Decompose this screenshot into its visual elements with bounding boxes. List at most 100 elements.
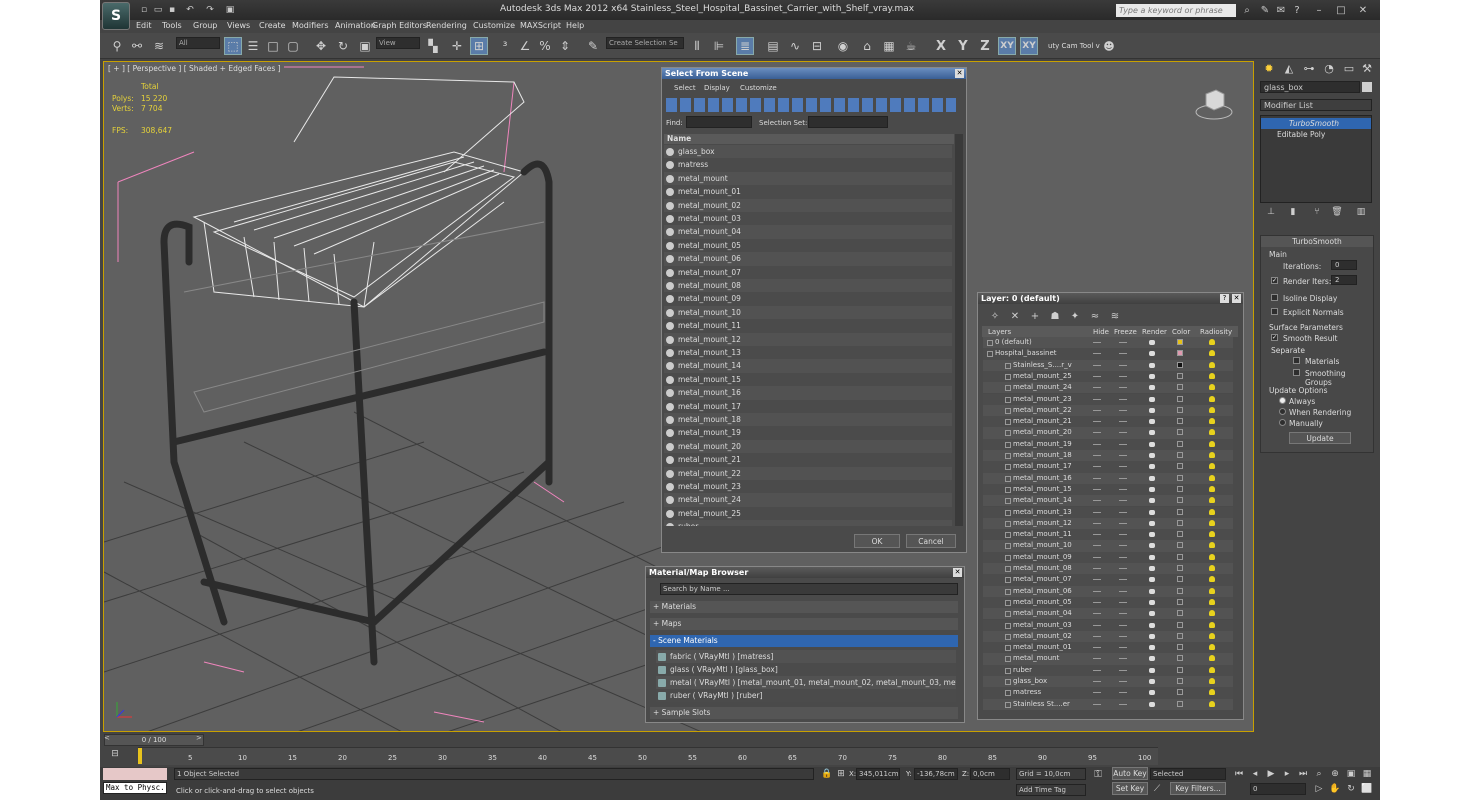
scale-icon[interactable]: ▣ (356, 37, 374, 55)
save-file-icon[interactable]: ▪ (166, 4, 178, 16)
group-scene-materials[interactable]: - Scene Materials (650, 635, 958, 647)
edit-named-selection-icon[interactable]: ✎ (584, 37, 602, 55)
color-swatch[interactable] (1177, 440, 1183, 447)
render-teapot-icon[interactable] (1149, 566, 1155, 571)
layer-object-row[interactable]: metal_mount_16 (983, 472, 1233, 484)
menu-views[interactable]: Views (227, 21, 250, 30)
selection-filter-dropdown[interactable]: All (176, 37, 220, 49)
freeze-toggle[interactable] (1119, 601, 1127, 603)
maximize-icon[interactable]: □ (1334, 3, 1348, 17)
axis-z-button[interactable]: Z (976, 37, 994, 55)
group-materials[interactable]: + Materials (650, 601, 958, 613)
select-in-layer-icon[interactable]: ☗ (1046, 307, 1064, 325)
absolute-mode-icon[interactable]: ⊞ (834, 767, 848, 781)
color-swatch[interactable] (1177, 644, 1183, 651)
hide-toggle[interactable] (1093, 647, 1101, 649)
scene-object-row[interactable]: ruber (664, 520, 952, 526)
move-icon[interactable]: ✥ (312, 37, 330, 55)
layer-object-row[interactable]: metal_mount_20 (983, 427, 1233, 439)
header-render[interactable]: Render (1142, 328, 1167, 336)
render-iters-checkbox[interactable]: ✓ (1271, 277, 1278, 284)
link-icon[interactable]: ⚲ (108, 37, 126, 55)
ok-button[interactable]: OK (854, 534, 900, 548)
axis-x-button[interactable]: X (932, 37, 950, 55)
freeze-toggle[interactable] (1119, 669, 1127, 671)
layer-object-row[interactable]: metal_mount_09 (983, 551, 1233, 563)
freeze-toggle[interactable] (1119, 613, 1127, 615)
scene-object-row[interactable]: metal_mount_04 (664, 225, 952, 239)
make-unique-icon[interactable]: ⑂ (1310, 205, 1324, 219)
browser-title[interactable]: Material/Map Browser (646, 567, 964, 578)
radiosity-bulb-icon[interactable] (1209, 531, 1215, 538)
scene-object-row[interactable]: metal_mount_05 (664, 238, 952, 253)
close-icon[interactable]: ✕ (955, 69, 964, 78)
freeze-toggle[interactable] (1119, 375, 1127, 377)
color-swatch[interactable] (1177, 429, 1183, 436)
maximize-viewport-icon[interactable]: ⬜ (1360, 782, 1374, 796)
color-swatch[interactable] (1177, 689, 1183, 696)
header-color[interactable]: Color (1172, 328, 1190, 336)
radiosity-bulb-icon[interactable] (1209, 474, 1215, 481)
select-manipulate-icon[interactable]: ✛ (448, 37, 466, 55)
find-input[interactable] (686, 116, 752, 128)
hide-toggle[interactable] (1093, 353, 1101, 355)
freeze-toggle[interactable] (1119, 624, 1127, 626)
radiosity-bulb-icon[interactable] (1209, 406, 1215, 413)
materials-checkbox[interactable] (1293, 357, 1300, 364)
subscription-icon[interactable]: ✎ (1258, 3, 1272, 17)
window-crossing-icon[interactable]: ▢ (284, 37, 302, 55)
explicit-normals-checkbox[interactable] (1271, 308, 1278, 315)
render-teapot-icon[interactable] (1149, 396, 1155, 402)
radiosity-bulb-icon[interactable] (1209, 395, 1215, 402)
hide-toggle[interactable] (1093, 477, 1101, 479)
freeze-toggle[interactable] (1119, 590, 1127, 592)
layer-manager-icon[interactable]: ≣ (736, 37, 754, 55)
remove-modifier-icon[interactable]: 🗑 (1330, 205, 1344, 219)
radiosity-bulb-icon[interactable] (1209, 689, 1215, 696)
layer-object-row[interactable]: metal_mount_02 (983, 630, 1233, 643)
stack-turbosmooth[interactable]: TurboSmooth (1261, 118, 1371, 129)
layer-object-row[interactable]: metal_mount_05 (983, 596, 1233, 609)
layer-object-row[interactable]: metal_mount_11 (983, 529, 1233, 541)
color-swatch[interactable] (1177, 485, 1183, 492)
iterations-input[interactable]: 0 (1331, 260, 1357, 270)
scene-object-row[interactable]: metal_mount_06 (664, 252, 952, 266)
scene-object-row[interactable]: metal_mount_14 (664, 359, 952, 373)
scene-object-row[interactable]: metal_mount_21 (664, 453, 952, 467)
radiosity-bulb-icon[interactable] (1209, 700, 1215, 707)
key-mode-icon[interactable]: ⚿ (1090, 767, 1106, 781)
render-teapot-icon[interactable] (1149, 532, 1155, 538)
hide-toggle[interactable] (1093, 681, 1101, 682)
color-swatch[interactable] (1177, 372, 1183, 379)
hide-toggle[interactable] (1093, 409, 1101, 411)
smooth-result-checkbox[interactable]: ✓ (1271, 334, 1278, 341)
layer-row[interactable]: 0 (default) (983, 337, 1233, 349)
color-swatch[interactable] (1177, 531, 1183, 538)
menu-tools[interactable]: Tools (162, 21, 182, 30)
render-teapot-icon[interactable] (1149, 464, 1155, 470)
menu-graph-editors[interactable]: Graph Editors (372, 21, 427, 30)
axis-y-button[interactable]: Y (954, 37, 972, 55)
modify-panel-icon[interactable]: ◭ (1280, 59, 1298, 77)
render-teapot-icon[interactable] (1149, 554, 1155, 560)
layer-object-row[interactable]: metal_mount_21 (983, 416, 1233, 428)
header-layers[interactable]: Layers (988, 328, 1011, 336)
freeze-toggle[interactable] (1119, 364, 1127, 366)
render-teapot-icon[interactable] (1149, 362, 1155, 368)
render-teapot-icon[interactable] (1149, 430, 1155, 436)
minimize-icon[interactable]: – (1312, 3, 1326, 17)
maxscript-listener-pink[interactable] (103, 768, 167, 780)
hide-toggle[interactable] (1093, 703, 1101, 705)
color-swatch[interactable] (1177, 418, 1183, 425)
scene-object-row[interactable]: metal_mount_08 (664, 279, 952, 293)
hide-toggle[interactable] (1093, 488, 1101, 490)
render-teapot-icon[interactable] (1149, 486, 1155, 492)
layer-object-row[interactable]: metal_mount_10 (983, 540, 1233, 552)
radiosity-bulb-icon[interactable] (1209, 598, 1215, 605)
menu-edit[interactable]: Edit (136, 21, 152, 30)
render-teapot-icon[interactable] (1149, 701, 1155, 707)
group-sample-slots[interactable]: + Sample Slots (650, 707, 958, 719)
render-teapot-icon[interactable] (1149, 475, 1155, 481)
render-teapot-icon[interactable] (1149, 419, 1155, 425)
freeze-toggle[interactable] (1119, 647, 1127, 649)
